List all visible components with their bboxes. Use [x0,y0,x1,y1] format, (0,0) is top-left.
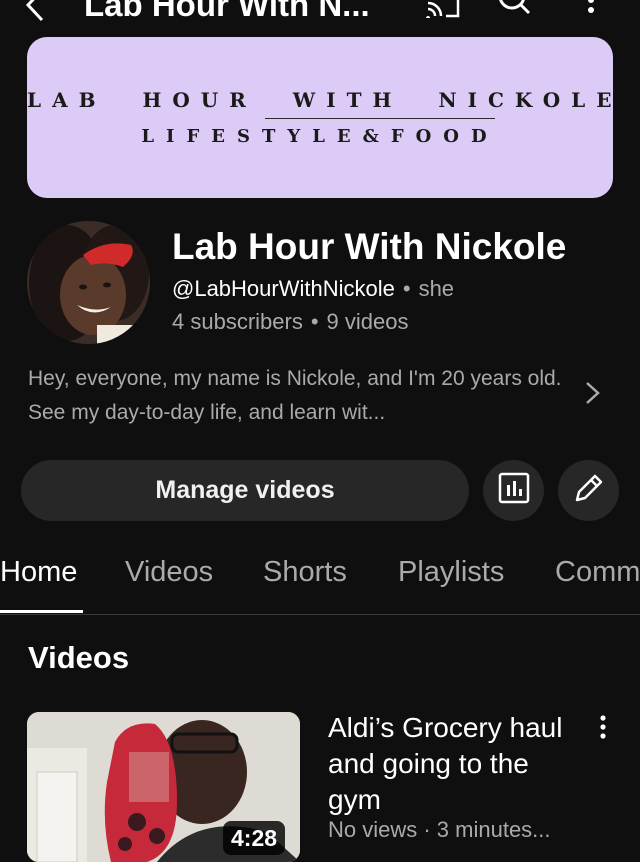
video-count: 9 videos [326,309,409,334]
channel-description[interactable]: Hey, everyone, my name is Nickole, and I… [28,362,568,430]
channel-name: Lab Hour With Nickole [172,226,567,267]
tab-home[interactable]: Home [0,556,77,589]
subscriber-count: 4 subscribers [172,309,303,334]
top-app-bar: Lab Hour With N... [0,0,640,30]
avatar[interactable] [27,221,150,344]
tab-shorts[interactable]: Shorts [263,556,347,589]
cast-icon[interactable] [426,0,460,23]
active-tab-indicator [0,610,83,613]
banner-subtitle: LIFESTYLE&FOOD [141,126,499,147]
search-icon[interactable] [498,0,532,23]
analytics-icon [498,472,530,509]
channel-stats: 4 subscribers • 9 videos [172,309,409,335]
handle-row: @LabHourWithNickole • she [172,276,454,302]
tab-playlists[interactable]: Playlists [398,556,504,589]
pencil-icon [573,472,605,509]
chevron-left-icon[interactable] [22,0,48,28]
tab-videos[interactable]: Videos [125,556,213,589]
video-duration-badge: 4:28 [223,821,286,855]
channel-handle: @LabHourWithNickole [172,276,395,301]
edit-channel-button[interactable] [558,460,619,521]
pronouns: she [418,276,455,301]
channel-title-header: Lab Hour With N... [84,0,370,23]
more-vertical-icon[interactable] [597,714,609,747]
analytics-button[interactable] [483,460,544,521]
chevron-right-icon[interactable] [580,378,604,413]
tab-community[interactable]: Comm [555,556,640,589]
separator-dot: • [402,276,411,301]
banner-divider [265,118,495,119]
separator-dot: • [310,309,319,334]
tabs-divider [0,614,640,615]
video-title[interactable]: Aldi’s Grocery haul and going to the gym [328,710,568,818]
more-vertical-icon[interactable] [585,0,597,21]
manage-videos-button[interactable]: Manage videos [21,460,469,521]
video-meta: No views · 3 minutes... [328,817,551,842]
channel-banner: LAB HOUR WITH NICKOLE LIFESTYLE&FOOD [27,37,613,198]
section-title: Videos [28,640,130,675]
banner-title: LAB HOUR WITH NICKOLE [27,88,613,112]
channel-tabs: Home Videos Shorts Playlists Comm [0,556,640,614]
